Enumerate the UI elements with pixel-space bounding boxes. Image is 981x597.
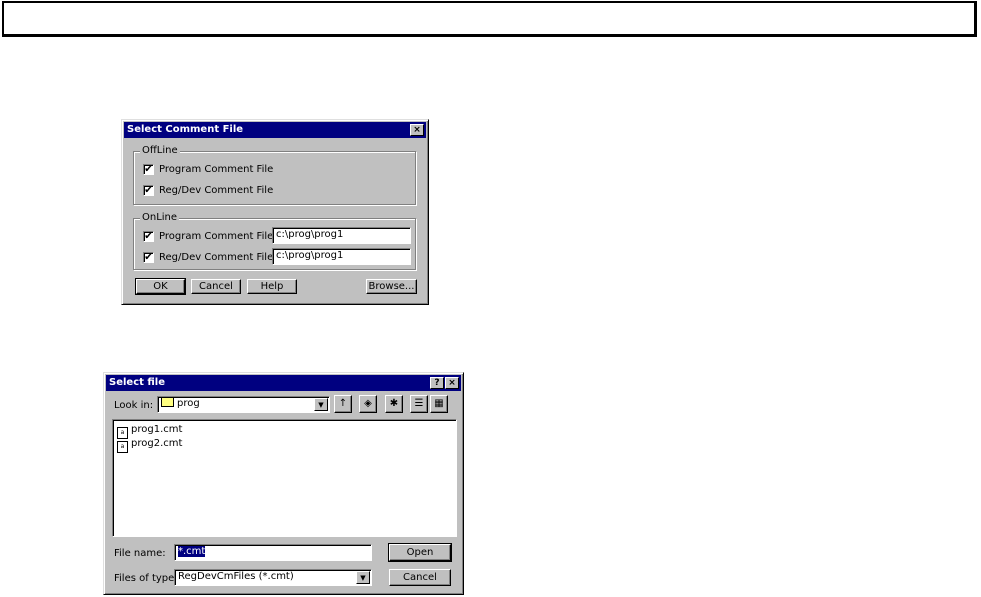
close-icon[interactable]: × <box>410 124 424 136</box>
offline-group: OffLine ✔ Program Comment File ✔ Reg/Dev… <box>133 145 416 205</box>
dialog-title-bar: Select file ? × <box>106 375 461 391</box>
cancel-label: Cancel <box>199 281 233 292</box>
list-view-icon[interactable]: ☰ <box>410 395 428 413</box>
select-comment-file-dialog: Select Comment File × OffLine ✔ Program … <box>121 119 429 305</box>
file-type-label: Files of type: <box>114 573 178 584</box>
look-in-value: prog <box>177 398 200 409</box>
ok-button[interactable]: OK <box>135 278 186 295</box>
online-regdev-label: Reg/Dev Comment File <box>159 252 274 263</box>
list-item[interactable]: a prog1.cmt <box>117 424 182 439</box>
file-type-dropdown[interactable]: RegDevCmFiles (*.cmt) ▼ <box>174 569 372 586</box>
new-folder-icon[interactable]: ✱ <box>385 395 403 413</box>
browse-label: Browse... <box>368 281 415 292</box>
details-view-icon[interactable]: ▦ <box>430 395 448 413</box>
file-name-label: File name: <box>114 548 166 559</box>
online-program-path-input[interactable]: c:\prog\prog1 <box>272 227 411 244</box>
online-program-checkbox[interactable]: ✔ <box>143 231 154 242</box>
help-icon[interactable]: ? <box>430 377 444 389</box>
look-in-label: Look in: <box>114 400 154 411</box>
online-regdev-checkbox[interactable]: ✔ <box>143 252 154 263</box>
cancel-button[interactable]: Cancel <box>389 569 451 586</box>
online-legend: OnLine <box>140 212 180 223</box>
close-icon[interactable]: × <box>445 377 459 389</box>
open-button[interactable]: Open <box>388 543 452 562</box>
online-regdev-path-input[interactable]: c:\prog\prog1 <box>272 248 411 265</box>
chevron-down-icon[interactable]: ▼ <box>356 571 370 584</box>
select-file-dialog: Select file ? × Look in: prog ▼ ↑ ◈ ✱ ☰ … <box>103 372 464 595</box>
online-program-label: Program Comment File <box>159 231 274 242</box>
help-button[interactable]: Help <box>247 279 297 294</box>
dialog-title: Select file <box>109 377 166 388</box>
file-name: prog1.cmt <box>131 424 183 435</box>
chevron-down-icon[interactable]: ▼ <box>314 398 328 411</box>
top-banner-box <box>2 1 977 37</box>
dialog-title-bar: Select Comment File × <box>124 122 426 138</box>
help-label: Help <box>260 281 284 292</box>
folder-icon <box>161 397 174 407</box>
online-group: OnLine ✔ Program Comment File c:\prog\pr… <box>133 212 416 270</box>
file-name: prog2.cmt <box>131 438 183 449</box>
dialog-title: Select Comment File <box>127 124 244 135</box>
open-label: Open <box>406 547 434 558</box>
file-list[interactable]: a prog1.cmt a prog2.cmt <box>112 419 457 537</box>
offline-regdev-label: Reg/Dev Comment File <box>159 185 274 196</box>
offline-program-checkbox[interactable]: ✔ <box>143 164 154 175</box>
up-folder-icon[interactable]: ↑ <box>334 395 352 413</box>
offline-program-label: Program Comment File <box>159 164 274 175</box>
file-type-value: RegDevCmFiles (*.cmt) <box>178 571 294 582</box>
offline-regdev-checkbox[interactable]: ✔ <box>143 185 154 196</box>
offline-legend: OffLine <box>140 145 180 156</box>
file-name-input[interactable]: *.cmt <box>174 544 372 561</box>
look-in-dropdown[interactable]: prog ▼ <box>157 396 330 413</box>
list-item[interactable]: a prog2.cmt <box>117 438 182 453</box>
browse-button[interactable]: Browse... <box>366 279 417 294</box>
cancel-label: Cancel <box>403 572 437 583</box>
file-icon: a <box>117 441 128 453</box>
ok-label: OK <box>153 281 168 292</box>
file-name-value: *.cmt <box>178 546 206 557</box>
cancel-button[interactable]: Cancel <box>191 279 241 294</box>
desktop-icon[interactable]: ◈ <box>359 395 377 413</box>
